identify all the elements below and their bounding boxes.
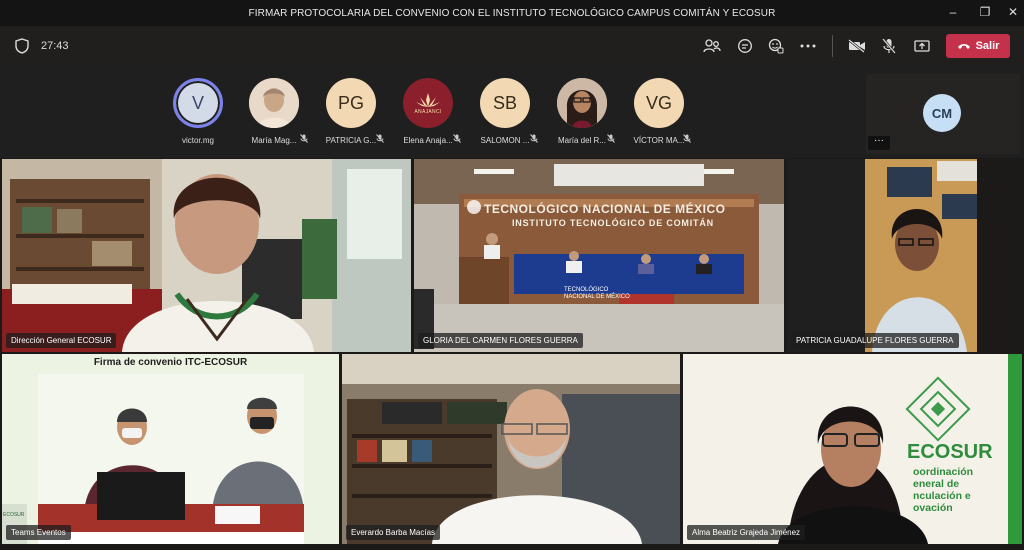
avatar: SB — [480, 78, 530, 128]
video-tile[interactable]: Dirección General ECOSUR — [2, 159, 411, 352]
mic-off-icon — [530, 134, 538, 143]
avatar-photo — [557, 78, 607, 128]
camera-off-icon[interactable] — [848, 37, 866, 55]
more-options-button[interactable]: ··· — [868, 136, 890, 150]
avatar: VG — [634, 78, 684, 128]
reactions-icon[interactable] — [767, 37, 785, 55]
meeting-timer: 27:43 — [41, 40, 69, 52]
participant-label: Teams Eventos — [6, 525, 71, 540]
side-participant-tile[interactable]: CM ··· — [866, 74, 1020, 154]
shield-icon — [13, 37, 31, 55]
corner-logo-text: ECOSUR — [3, 512, 25, 518]
mic-off-icon — [376, 134, 384, 143]
mic-off-icon — [300, 134, 308, 143]
brand-subtitle: oordinación eneral de nculación e ovació… — [913, 466, 974, 514]
video-tile[interactable]: Firma de convenio ITC-ECOSUR ECOSUR Team… — [2, 354, 339, 544]
avatar-photo — [249, 78, 299, 128]
participant-item[interactable]: V victor.mg — [163, 78, 233, 145]
participant-name: victor.mg — [181, 136, 214, 145]
mic-off-icon[interactable] — [880, 37, 898, 55]
toolbar-divider — [832, 35, 833, 57]
avatar: PG — [326, 78, 376, 128]
mic-off-icon — [683, 134, 691, 143]
leave-label: Salir — [975, 40, 1000, 52]
mic-off-icon — [607, 134, 615, 143]
brand-text: ECOSUR — [907, 441, 993, 463]
video-tile[interactable]: ECOSUR oordinación eneral de nculación e… — [683, 354, 1022, 544]
minimize-icon[interactable]: – — [944, 4, 962, 20]
title-bar: FIRMAR PROTOCOLARIA DEL CONVENIO CON EL … — [0, 0, 1024, 26]
chat-icon[interactable] — [736, 37, 754, 55]
participants-icon[interactable] — [703, 37, 721, 55]
more-actions-icon[interactable] — [799, 37, 817, 55]
maximize-icon[interactable]: ❐ — [976, 4, 994, 20]
podium-text: TECNOLÓGICO — [564, 287, 609, 293]
avatar: CM — [923, 94, 961, 132]
banner-text: TECNOLÓGICO NACIONAL DE MÉXICO — [484, 202, 726, 216]
window-title: FIRMAR PROTOCOLARIA DEL CONVENIO CON EL … — [248, 8, 776, 19]
podium-subtext: NACIONAL DE MÉXICO — [564, 294, 630, 300]
participant-label: Alma Beatriz Grajeda Jiménez — [687, 525, 806, 540]
video-tile[interactable]: Everardo Barba Macías — [342, 354, 680, 544]
avatar: V — [173, 78, 223, 128]
video-feed — [2, 159, 411, 352]
participant-label: Everardo Barba Macías — [346, 525, 441, 540]
video-feed — [342, 354, 680, 544]
video-tile[interactable]: PATRICIA GUADALUPE FLORES GUERRA — [787, 159, 977, 352]
participant-label: GLORIA DEL CARMEN FLORES GUERRA — [418, 333, 583, 348]
video-feed — [2, 374, 304, 544]
banner-subtext: INSTITUTO TECNOLÓGICO DE COMITÁN — [512, 218, 714, 228]
participant-name: María Mag... — [251, 136, 297, 145]
share-screen-icon[interactable] — [913, 37, 931, 55]
avatar-logo: ANAJANCI — [403, 78, 453, 128]
close-icon[interactable]: ✕ — [1004, 4, 1022, 20]
video-feed — [414, 159, 784, 352]
participant-label: PATRICIA GUADALUPE FLORES GUERRA — [791, 333, 959, 348]
video-tile[interactable]: TECNOLÓGICO NACIONAL DE MÉXICO INSTITUTO… — [414, 159, 784, 352]
hang-up-icon — [957, 42, 971, 50]
video-feed — [865, 159, 977, 352]
leave-button[interactable]: Salir — [946, 34, 1010, 58]
participant-label: Dirección General ECOSUR — [6, 333, 117, 348]
logo-text: ANAJANCI — [414, 109, 442, 115]
participant-item[interactable]: María Mag... — [239, 78, 309, 145]
mic-off-icon — [453, 134, 461, 143]
meeting-toolbar: 27:43 Salir — [0, 26, 1024, 66]
